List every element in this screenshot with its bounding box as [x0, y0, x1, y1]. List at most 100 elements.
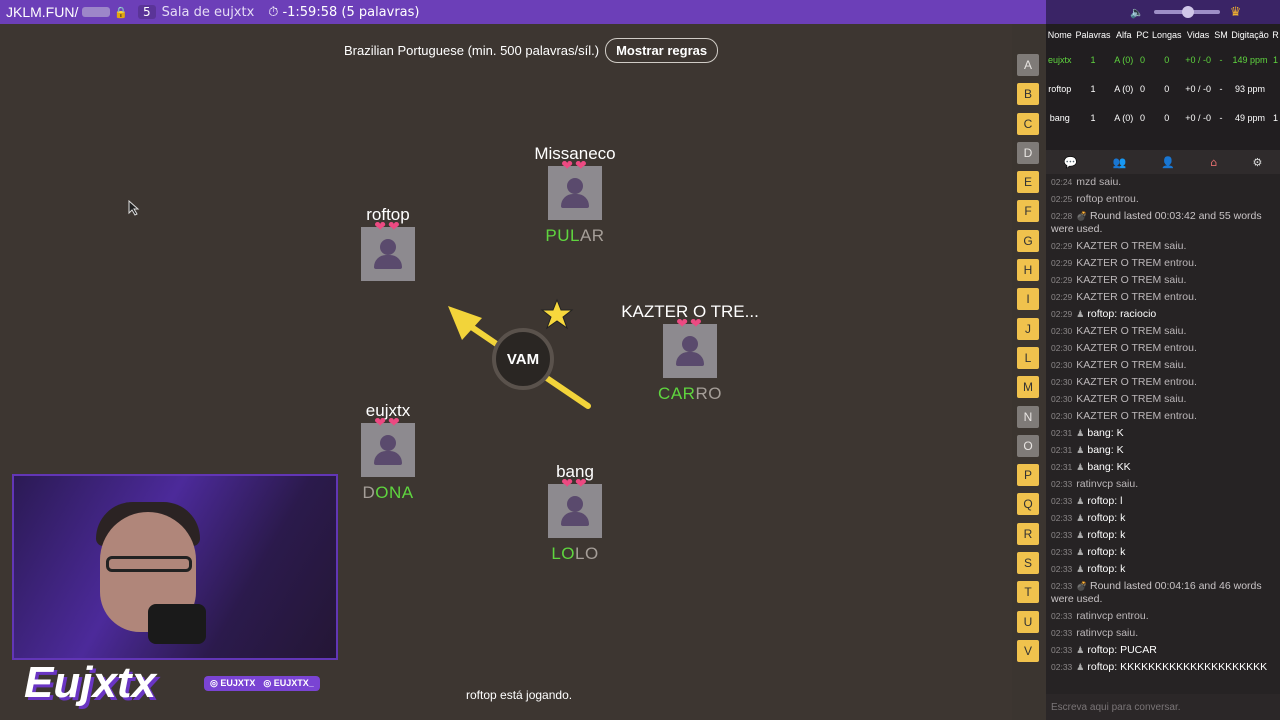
score-header[interactable]: Longas	[1150, 24, 1183, 46]
chat-user[interactable]: bang	[1087, 427, 1110, 439]
score-cell: 149 ppm	[1232, 55, 1268, 65]
settings-tab-icon[interactable]: ⚙	[1253, 156, 1263, 169]
chat-message: 02:29 KAZTER O TREM saiu.	[1051, 238, 1274, 255]
score-header[interactable]: Palavras	[1073, 24, 1112, 46]
score-header[interactable]: SM	[1213, 24, 1229, 46]
player-missaneco: Missaneco ❤❤ PULAR	[505, 144, 645, 246]
players-tab-icon[interactable]: 👥	[1113, 156, 1127, 169]
chat-user[interactable]: roftop	[1087, 512, 1114, 524]
score-header[interactable]: Alfa	[1113, 24, 1135, 46]
chat-user[interactable]: roftop	[1087, 495, 1114, 507]
letter-r: R	[1017, 522, 1039, 545]
user-icon: ♟	[1076, 564, 1085, 574]
chat-text: l	[1120, 495, 1123, 507]
letter-p: P	[1017, 464, 1039, 487]
letter-d: D	[1017, 141, 1039, 164]
score-cell: A (0)	[1114, 113, 1134, 123]
score-cell: -	[1219, 55, 1223, 65]
chat-user[interactable]: bang	[1087, 461, 1110, 473]
player-eujxtx: eujxtx ❤❤ DONA	[318, 401, 458, 503]
score-cell: A (0)	[1114, 84, 1134, 94]
chat-text: k	[1120, 546, 1126, 558]
letter-c: C	[1017, 112, 1039, 135]
chat-tab-icon[interactable]: 💬	[1064, 156, 1078, 169]
player-word: LOLO	[551, 544, 599, 563]
chat-user[interactable]: roftop	[1087, 546, 1114, 558]
user-icon: ♟	[1076, 662, 1085, 672]
score-header[interactable]: PC	[1135, 24, 1150, 46]
chat-time: 02:29	[1051, 258, 1073, 268]
player-word: DONA	[362, 483, 414, 502]
chat-message: 02:24 mzd saiu.	[1051, 174, 1274, 191]
room-tab-icon[interactable]: ⌂	[1210, 156, 1217, 169]
volume-slider[interactable]	[1153, 6, 1220, 18]
scoreboard: Nome Palavras Alfa PC Longas Vidas SM Digitação…	[1046, 24, 1280, 150]
user-icon: ♟	[1076, 445, 1085, 455]
stopwatch-icon: ⏱	[268, 4, 279, 20]
chat-user[interactable]: roftop	[1087, 308, 1114, 320]
chat-time: 02:24	[1051, 177, 1073, 187]
lock-icon: 🔒	[114, 6, 129, 19]
letter-u: U	[1017, 610, 1039, 633]
score-cell: 1	[1090, 113, 1096, 123]
bomb-icon: 💣	[1076, 581, 1090, 591]
score-header[interactable]: Vidas	[1183, 24, 1212, 46]
chat-user[interactable]: roftop	[1087, 661, 1114, 673]
streamer-logo: Eujxtx	[24, 658, 157, 707]
chat-text: KAZTER O TREM saiu.	[1076, 393, 1187, 405]
letter-b: B	[1017, 83, 1039, 106]
chat-message: 02:33 ♟ roftop: l	[1051, 495, 1123, 507]
score-header[interactable]: Digitação	[1229, 24, 1271, 46]
social-tags: ◎ EUJXTX ◎ EUJXTX_	[204, 676, 320, 691]
site-url[interactable]: JKLM.FUN/ 🔒	[0, 4, 130, 20]
chat-text: KAZTER O TREM saiu.	[1076, 274, 1187, 286]
stream-branding: Eujxtx ◎ EUJXTX ◎ EUJXTX_	[6, 640, 346, 720]
score-row: roftop 1 A (0) 0 0 +0 / -0- 93 ppm	[1046, 75, 1280, 104]
chat-message: 02:31 ♟ bang: K	[1051, 444, 1124, 456]
lives-hearts: ❤❤	[561, 476, 589, 492]
chat-text: roftop entrou.	[1076, 193, 1139, 205]
player-word: PULAR	[545, 226, 605, 245]
chat-user[interactable]: roftop	[1087, 563, 1114, 575]
profile-tab-icon[interactable]: 👤	[1161, 156, 1175, 169]
chat-user[interactable]: bang	[1087, 444, 1110, 456]
chat-time: 02:33	[1051, 479, 1073, 489]
volume-knob[interactable]	[1181, 6, 1194, 18]
score-header[interactable]: R	[1271, 24, 1280, 46]
score-cell: 1	[1272, 55, 1278, 65]
user-icon: ♟	[1076, 547, 1085, 557]
chat-text: k	[1120, 512, 1126, 524]
chat-input[interactable]	[1046, 694, 1280, 720]
letter-j: J	[1017, 317, 1039, 340]
letter-o: O	[1017, 434, 1039, 457]
room-info: 5 Sala de eujxtx	[130, 5, 254, 20]
score-header[interactable]: Nome	[1046, 24, 1073, 46]
chat-time: 02:33	[1051, 581, 1073, 591]
score-cell: roftop	[1048, 84, 1072, 94]
chat-text: KK	[1116, 461, 1131, 473]
score-cell: -	[1219, 113, 1223, 123]
chat-message: 02:33 ♟ roftop: k	[1051, 512, 1126, 524]
crown-icon[interactable]: ♛	[1230, 5, 1242, 20]
chat-message: 02:25 roftop entrou.	[1051, 191, 1274, 208]
chat-message: 02:33 ♟ roftop: KKKKKKKKKKKKKKKKKKKKK	[1051, 661, 1268, 673]
score-row: bang 1 A (0) 0 0 +0 / -0- 49 ppm 1	[1046, 104, 1280, 133]
chat-message: 02:29 ♟ roftop: raciocio	[1051, 308, 1157, 320]
bomb-icon: 💣	[1076, 211, 1090, 221]
score-cell: 93 ppm	[1235, 84, 1266, 94]
chat-time: 02:30	[1051, 394, 1073, 404]
score-cell: 1	[1272, 113, 1278, 123]
bonus-letters: ABCDEFGHIJLMNOPQRSTUV	[1017, 54, 1041, 669]
chat-user[interactable]: roftop	[1087, 529, 1114, 541]
chat-log: 02:24 mzd saiu. 02:25 roftop entrou. 02:28 💣 …	[1046, 174, 1280, 696]
chat-text: KAZTER O TREM saiu.	[1076, 240, 1187, 252]
chat-time: 02:29	[1051, 292, 1073, 302]
chat-message: 02:29 KAZTER O TREM saiu.	[1051, 272, 1274, 289]
chat-user[interactable]: roftop	[1087, 644, 1114, 656]
chat-message: 02:33 ♟ roftop: k	[1051, 546, 1126, 558]
show-rules-button[interactable]: Mostrar regras	[605, 38, 719, 63]
chat-message: 02:28 💣 Round lasted 00:03:42 and 55 word…	[1051, 208, 1274, 238]
player-bang: bang ❤❤ LOLO	[505, 462, 645, 564]
chat-message: 02:33 ♟ roftop: k	[1051, 529, 1126, 541]
volume-icon[interactable]: 🔈	[1130, 6, 1144, 19]
